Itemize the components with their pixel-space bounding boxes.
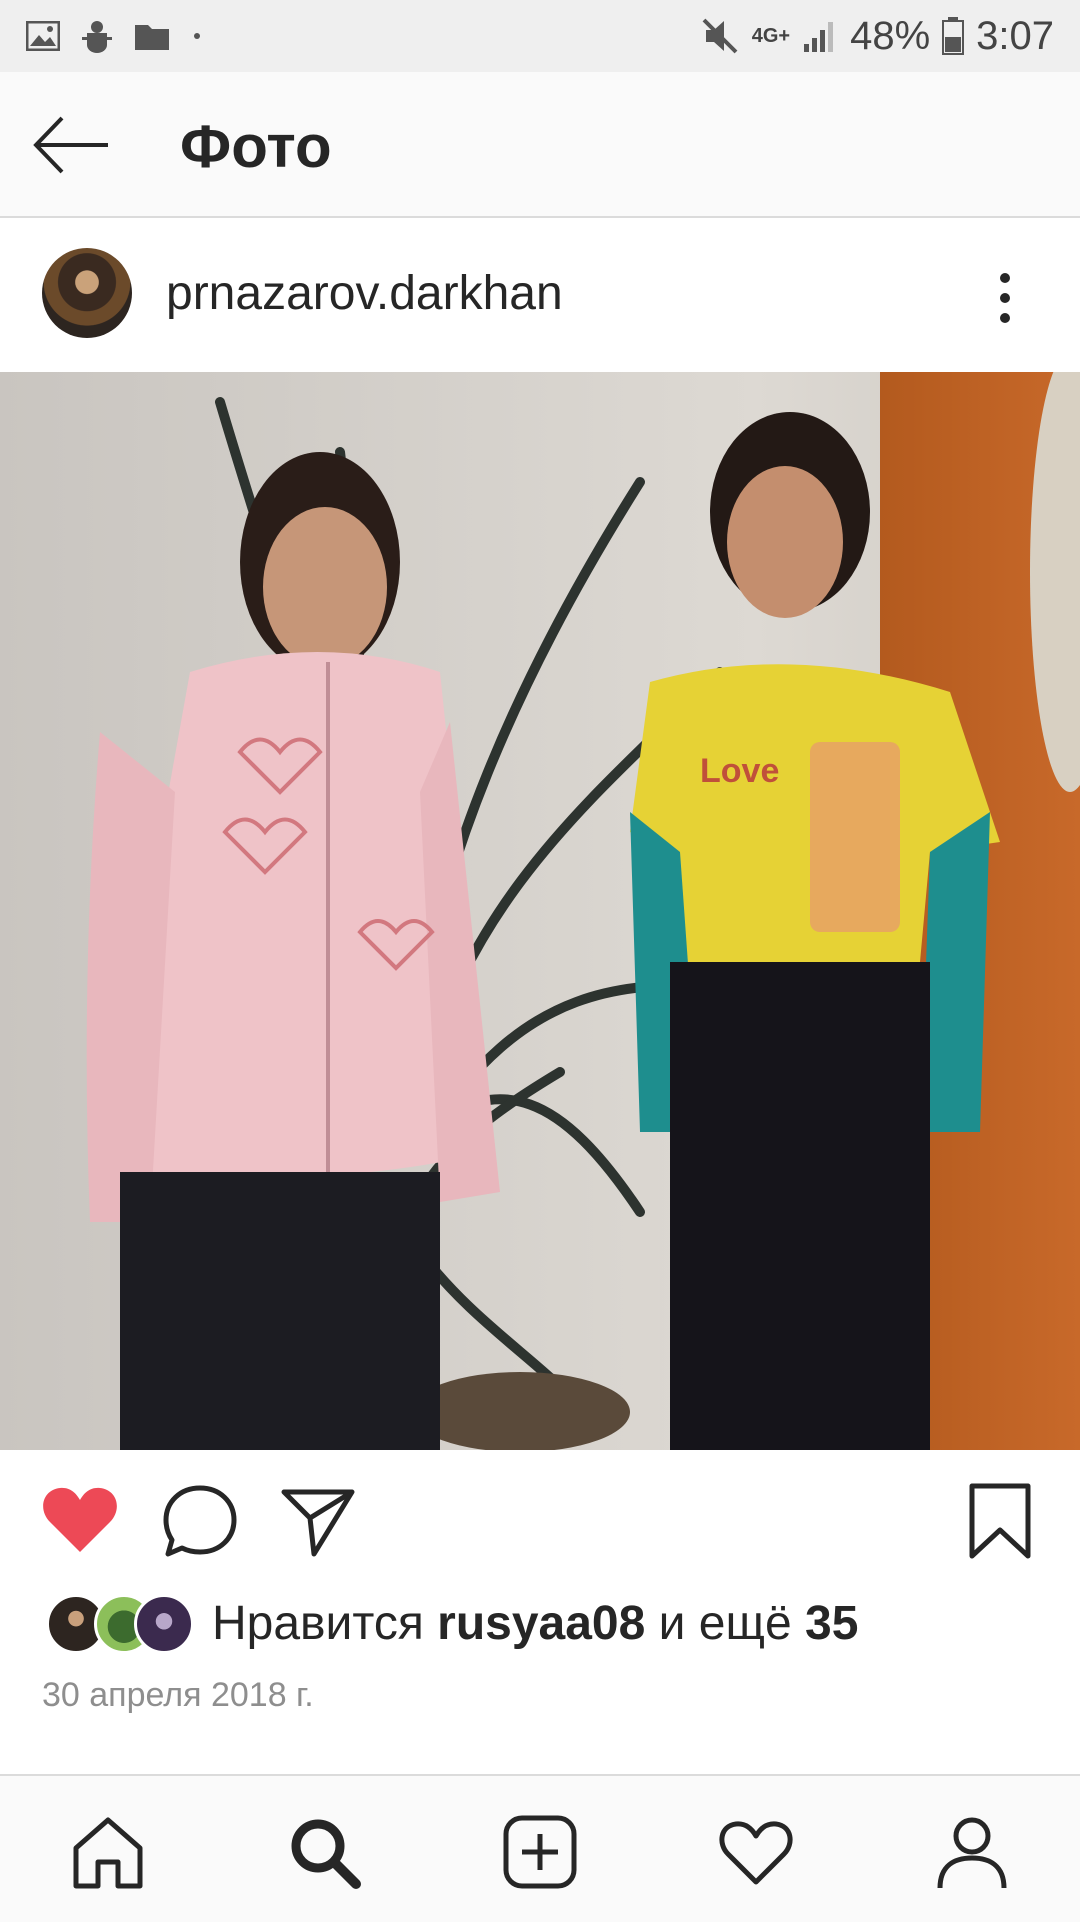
likes-middle: и ещё: [645, 1597, 806, 1650]
app-bar: Фото: [0, 72, 1080, 218]
avatar[interactable]: [42, 248, 132, 338]
battery-icon: [942, 17, 965, 55]
signal-icon: [804, 22, 834, 52]
dot-icon: [194, 33, 200, 39]
mute-icon: [702, 18, 738, 54]
bookmark-icon[interactable]: [960, 1480, 1040, 1560]
heart-filled-icon[interactable]: [40, 1480, 120, 1560]
share-icon[interactable]: [278, 1480, 358, 1560]
search-icon[interactable]: [284, 1812, 364, 1892]
status-time: 3:07: [976, 13, 1054, 58]
folder-icon: [135, 25, 169, 50]
likes-prefix: Нравится: [212, 1597, 438, 1650]
status-bar: 4G+ 48% 3:07: [0, 0, 1080, 72]
more-options-icon[interactable]: [990, 270, 1020, 326]
post-header: prnazarov.darkhan: [0, 218, 1080, 372]
likes-text: Нравится rusyaa08 и ещё 35: [212, 1596, 858, 1651]
battery-percent: 48%: [850, 13, 931, 58]
post-photo[interactable]: Love: [0, 372, 1080, 1450]
add-post-icon[interactable]: [500, 1812, 580, 1892]
svg-text:Love: Love: [700, 752, 779, 790]
page-title: Фото: [180, 113, 332, 180]
arrow-left-icon[interactable]: [28, 110, 114, 180]
likes-user[interactable]: rusyaa08: [437, 1597, 645, 1650]
status-bar-left: [26, 16, 202, 56]
network-type: 4G+: [751, 25, 791, 47]
comment-icon[interactable]: [160, 1480, 240, 1560]
post-date: 30 апреля 2018 г.: [42, 1676, 314, 1714]
home-icon[interactable]: [68, 1812, 148, 1892]
post-username[interactable]: prnazarov.darkhan: [166, 266, 563, 321]
likes-row[interactable]: Нравится rusyaa08 и ещё 35: [0, 1586, 1080, 1666]
android-debug-icon: [82, 21, 112, 53]
bottom-nav: [0, 1774, 1080, 1922]
photo-illustration: Love: [0, 372, 1080, 1450]
image-icon: [26, 21, 60, 51]
status-bar-right: 4G+ 48% 3:07: [700, 10, 1054, 62]
likes-count[interactable]: 35: [805, 1597, 858, 1650]
liker-avatar: [134, 1594, 194, 1654]
profile-icon[interactable]: [932, 1812, 1012, 1892]
activity-heart-icon[interactable]: [716, 1812, 796, 1892]
post-actions: [0, 1450, 1080, 1590]
